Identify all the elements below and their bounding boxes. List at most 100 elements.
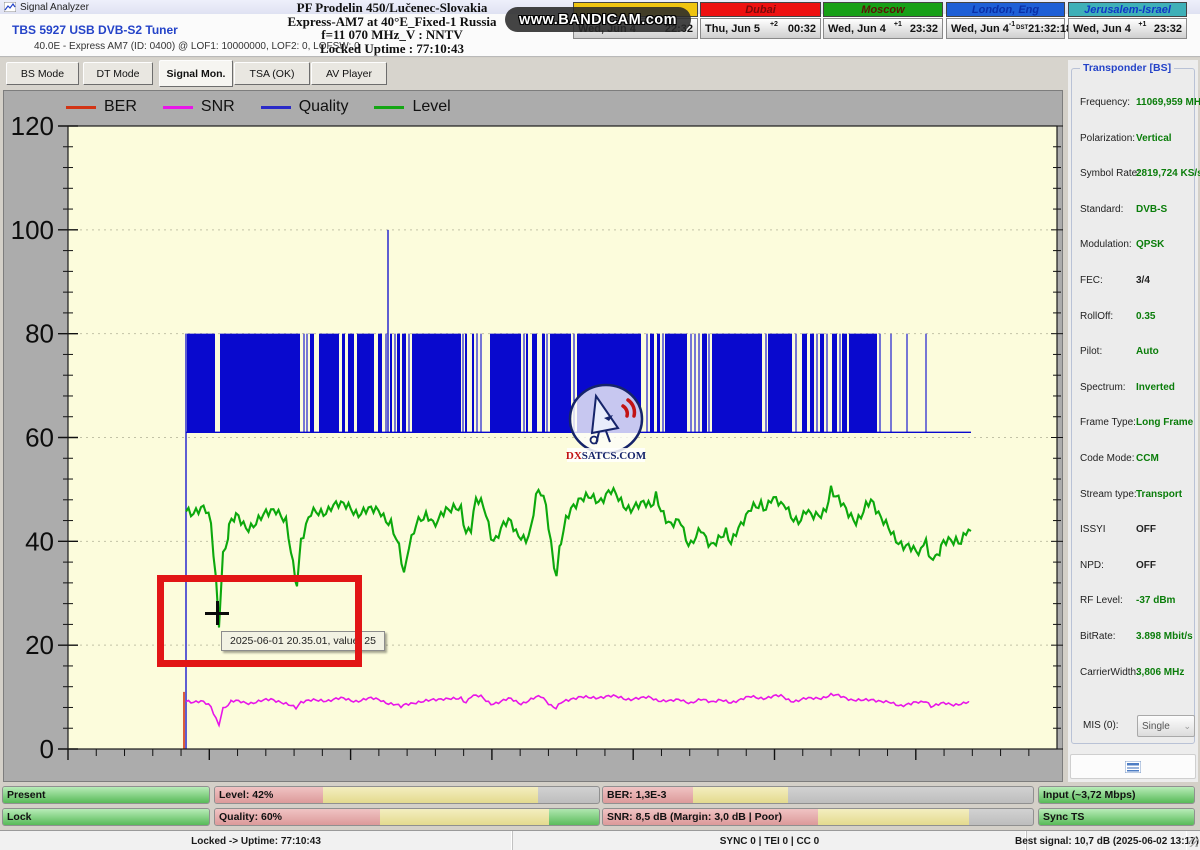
series-quality-block xyxy=(378,334,382,433)
field-value: DVB-S xyxy=(1136,204,1167,215)
field-label: Spectrum: xyxy=(1080,382,1126,393)
ytick-label-0: 0 xyxy=(40,734,54,764)
field-value: Auto xyxy=(1136,346,1159,357)
red-annotation-rectangle xyxy=(157,575,362,667)
series-quality-block xyxy=(220,334,300,433)
annotation-line: Locked Uptime : 77:10:43 xyxy=(272,42,512,56)
field-value: Long Frame xyxy=(1136,417,1193,428)
field-frequency: Frequency:11069,959 MHz xyxy=(1072,97,1196,111)
clock-value: Wed, Jun 4+123:32 xyxy=(823,18,943,39)
field-npd: NPD:OFF xyxy=(1072,560,1196,574)
field-polarization: Polarization:Vertical xyxy=(1072,133,1196,147)
mis-select[interactable]: Single ⌄ xyxy=(1137,715,1195,737)
indicator-lock: Lock xyxy=(2,808,210,826)
status-lock-uptime: Locked -> Uptime: 77:10:43 xyxy=(0,831,513,850)
ytick-label-100: 100 xyxy=(11,215,54,245)
series-quality-block xyxy=(842,334,847,433)
clock-jerusalem-israel: Jerusalem-IsraelWed, Jun 4+123:32 xyxy=(1068,2,1187,39)
field-value: OFF xyxy=(1136,560,1156,571)
clock-date: Wed, Jun 4 xyxy=(951,23,1009,35)
clock-utc-offset: +2 xyxy=(760,21,788,28)
field-label: RollOff: xyxy=(1080,311,1113,322)
series-quality-block xyxy=(490,334,521,433)
status-best-signal: Best signal: 10,7 dB (2025-06-02 13:17) xyxy=(1027,831,1187,850)
dxsatcs-logo-watermark: DXSATCS.COM xyxy=(566,382,646,466)
series-quality-block xyxy=(402,334,406,433)
mis-label: MIS (0): xyxy=(1083,720,1119,731)
tab-av-player[interactable]: AV Player xyxy=(311,62,387,85)
transponder-groupbox: Transponder [BS] Frequency:11069,959 MHz… xyxy=(1071,68,1195,744)
transponder-panel: Transponder [BS] Frequency:11069,959 MHz… xyxy=(1068,60,1198,782)
field-value: Vertical xyxy=(1136,133,1172,144)
series-quality-block xyxy=(319,334,339,433)
field-rolloff: RollOff:0.35 xyxy=(1072,311,1196,325)
field-rf-level: RF Level:-37 dBm xyxy=(1072,595,1196,609)
field-value: Transport xyxy=(1136,489,1182,500)
series-quality-block xyxy=(702,334,707,433)
clock-london-eng: London, EngWed, Jun 4-1DST21:32:18 xyxy=(946,2,1065,39)
clock-city: Moscow xyxy=(823,2,943,17)
series-quality-block xyxy=(542,334,545,433)
signal-chart[interactable]: 020406080100120 xyxy=(4,91,1064,783)
field-value: Inverted xyxy=(1136,382,1175,393)
clock-date: Wed, Jun 4 xyxy=(828,23,886,35)
svg-text:DXSATCS.COM: DXSATCS.COM xyxy=(566,450,646,462)
mis-value: Single xyxy=(1142,721,1170,732)
series-quality-block xyxy=(532,334,537,433)
transponder-title: Transponder [BS] xyxy=(1080,62,1174,74)
field-pilot: Pilot:Auto xyxy=(1072,346,1196,360)
signal-analyzer-window: Signal Analyzer TBS 5927 USB DVB-S2 Tune… xyxy=(0,0,1200,850)
indicator-level: Level: 42% xyxy=(214,786,600,804)
series-quality-block xyxy=(665,334,687,433)
status-sync-counters: SYNC 0 | TEI 0 | CC 0 xyxy=(513,831,1027,850)
field-label: CarrierWidth: xyxy=(1080,667,1139,678)
tab-bs-mode[interactable]: BS Mode xyxy=(6,62,79,85)
clock-utc-offset: -1DST xyxy=(1009,21,1028,28)
indicator-bars: Present Level: 42% BER: 1,3E-3 Input (~3,72… xyxy=(0,784,1200,828)
ytick-label-60: 60 xyxy=(25,423,54,453)
series-quality-block xyxy=(465,334,467,433)
series-quality-block xyxy=(650,334,654,433)
field-fec: FEC:3/4 xyxy=(1072,275,1196,289)
clock-time: 23:32 xyxy=(1154,23,1182,35)
header: Signal Analyzer TBS 5927 USB DVB-S2 Tune… xyxy=(0,0,1200,57)
tab-signal-mon[interactable]: Signal Mon. xyxy=(159,60,233,87)
field-frame-type: Frame Type:Long Frame xyxy=(1072,417,1196,431)
tab-bar: BS ModeDT Mode Signal Mon.TSA (OK)AV Play… xyxy=(0,58,1200,90)
indicator-quality: Quality: 60% xyxy=(214,808,600,826)
field-label: BitRate: xyxy=(1080,631,1116,642)
clock-time: 00:32 xyxy=(788,23,816,35)
field-label: Code Mode: xyxy=(1080,453,1134,464)
field-label: Standard: xyxy=(1080,204,1123,215)
indicator-label: BER: 1,3E-3 xyxy=(607,787,667,803)
field-value: -37 dBm xyxy=(1136,595,1175,606)
tab-dt-mode[interactable]: DT Mode xyxy=(83,62,153,85)
bandicam-watermark: www.BANDICAM.com xyxy=(505,7,691,32)
indicator-sync-ts: Sync TS xyxy=(1038,808,1195,826)
clock-time: 23:32 xyxy=(910,23,938,35)
indicator-input-3-72-mbps: Input (~3,72 Mbps) xyxy=(1038,786,1195,804)
series-quality-block xyxy=(849,334,877,433)
resize-grip[interactable] xyxy=(1188,837,1198,847)
field-value: QPSK xyxy=(1136,239,1164,250)
field-value: 3.898 Mbit/s xyxy=(1136,631,1193,642)
tab-tsa-ok[interactable]: TSA (OK) xyxy=(234,62,310,85)
series-quality-block xyxy=(832,334,837,433)
clock-value: Thu, Jun 5+200:32 xyxy=(700,18,821,39)
clock-value: Wed, Jun 4+123:32 xyxy=(1068,18,1187,39)
field-label: Modulation: xyxy=(1080,239,1132,250)
field-label: Symbol Rate: xyxy=(1080,168,1140,179)
field-value: 3/4 xyxy=(1136,275,1150,286)
series-quality-block xyxy=(768,334,792,433)
series-quality-block xyxy=(820,334,824,433)
clock-utc-offset: +1 xyxy=(886,21,910,28)
series-quality-block xyxy=(712,334,762,433)
field-label: Frequency: xyxy=(1080,97,1130,108)
indicator-label: Input (~3,72 Mbps) xyxy=(1043,787,1135,803)
series-quality-block xyxy=(810,334,814,433)
field-stream-type: Stream type:Transport xyxy=(1072,489,1196,503)
logo-dx: DX xyxy=(566,450,582,462)
indicator-label: Present xyxy=(7,787,46,803)
field-value: OFF xyxy=(1136,524,1156,535)
stream-list-button[interactable] xyxy=(1070,754,1196,779)
